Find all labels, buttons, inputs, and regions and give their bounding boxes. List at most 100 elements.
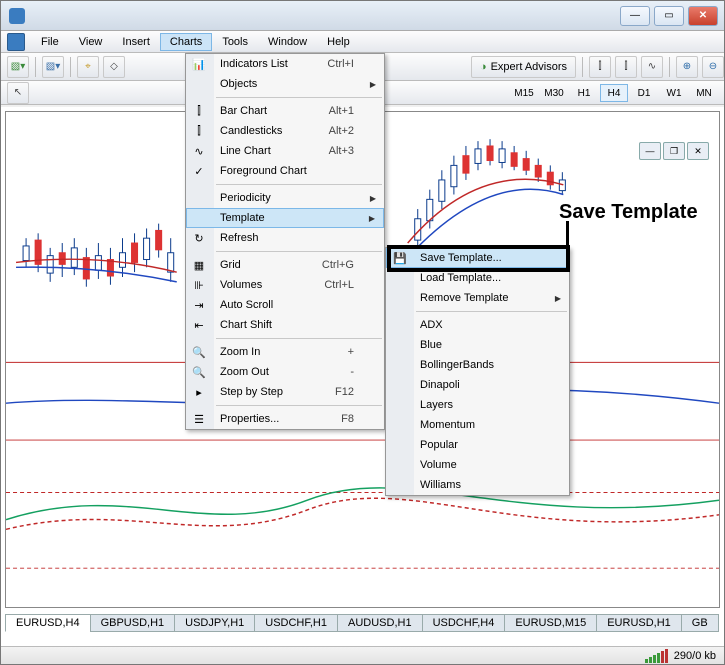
child-restore-button[interactable]: ❐	[663, 142, 685, 160]
zoom-out-button[interactable]: ⊖	[702, 56, 724, 78]
bar-chart-button[interactable]: ⫿	[589, 56, 611, 78]
menu-item-icon: ☰	[191, 411, 207, 427]
candle-chart-button[interactable]: ⫿	[615, 56, 637, 78]
ea-label: Expert Advisors	[491, 61, 567, 73]
timeframe-m30[interactable]: M30	[540, 84, 568, 102]
toolbar-separator	[669, 57, 670, 77]
charts-menu-item[interactable]: ▸Step by StepF12	[186, 382, 384, 402]
profiles-button[interactable]: ▧▾	[42, 56, 64, 78]
submenu-arrow-icon: ▶	[370, 194, 376, 203]
new-chart-button[interactable]: ▧▾	[7, 56, 29, 78]
menu-item-label: Candlesticks	[220, 125, 282, 137]
template-menu-item[interactable]: ADX	[386, 315, 569, 335]
timeframe-d1[interactable]: D1	[630, 84, 658, 102]
menu-item-shortcut: Ctrl+L	[324, 279, 354, 291]
menu-item-icon: 🔍	[191, 364, 207, 380]
maximize-button[interactable]: ▭	[654, 6, 684, 26]
charts-menu-item[interactable]: ▦GridCtrl+G	[186, 255, 384, 275]
charts-menu-item[interactable]: ↻Refresh	[186, 228, 384, 248]
charts-menu-item[interactable]: Objects▶	[186, 74, 384, 94]
template-menu-item[interactable]: Momentum	[386, 415, 569, 435]
line-chart-button[interactable]: ∿	[641, 56, 663, 78]
app-menu-icon[interactable]	[7, 33, 25, 51]
menu-item-label: Step by Step	[220, 386, 283, 398]
child-close-button[interactable]: ✕	[687, 142, 709, 160]
template-menu-item[interactable]: Blue	[386, 335, 569, 355]
chart-tab[interactable]: USDJPY,H1	[174, 614, 255, 632]
menu-item-label: Dinapoli	[420, 379, 460, 391]
menu-charts[interactable]: Charts	[160, 33, 212, 51]
menu-separator	[216, 405, 382, 406]
menu-tools[interactable]: Tools	[212, 33, 258, 51]
expert-advisors-button[interactable]: ◑ Expert Advisors	[471, 56, 576, 78]
menu-item-icon: 💾	[392, 250, 408, 266]
charts-menu-item[interactable]: 🔍Zoom Out-	[186, 362, 384, 382]
annotation-label: Save Template	[559, 201, 698, 224]
charts-menu-item[interactable]: ⇤Chart Shift	[186, 315, 384, 335]
menu-item-label: Properties...	[220, 413, 279, 425]
charts-menu-item[interactable]: ⊪VolumesCtrl+L	[186, 275, 384, 295]
template-menu-item[interactable]: BollingerBands	[386, 355, 569, 375]
app-icon	[9, 8, 25, 24]
navigator-button[interactable]: ◇	[103, 56, 125, 78]
menu-insert[interactable]: Insert	[112, 33, 160, 51]
template-menu-item[interactable]: 💾Save Template...	[386, 248, 569, 268]
market-watch-button[interactable]: ⌖	[77, 56, 99, 78]
timeframe-w1[interactable]: W1	[660, 84, 688, 102]
child-minimize-button[interactable]: —	[639, 142, 661, 160]
template-menu-item[interactable]: Williams	[386, 475, 569, 495]
menubar: File View Insert Charts Tools Window Hel…	[1, 31, 724, 53]
menu-window[interactable]: Window	[258, 33, 317, 51]
cursor-button[interactable]: ↖	[7, 82, 29, 104]
menu-item-shortcut: Ctrl+G	[322, 259, 354, 271]
charts-menu-item[interactable]: Template▶	[186, 208, 384, 228]
menu-help[interactable]: Help	[317, 33, 360, 51]
chart-tab[interactable]: GBPUSD,H1	[90, 614, 176, 632]
status-kb: 290/0 kb	[674, 650, 716, 662]
template-menu-item[interactable]: Popular	[386, 435, 569, 455]
charts-menu-item[interactable]: 🔍Zoom In+	[186, 342, 384, 362]
charts-menu-item[interactable]: ☰Properties...F8	[186, 409, 384, 429]
template-menu-item[interactable]: Volume	[386, 455, 569, 475]
toolbar-separator	[582, 57, 583, 77]
template-menu-item[interactable]: Dinapoli	[386, 375, 569, 395]
close-button[interactable]: ✕	[688, 6, 718, 26]
menu-item-label: Load Template...	[420, 272, 501, 284]
charts-menu-item[interactable]: ∿Line ChartAlt+3	[186, 141, 384, 161]
menu-file[interactable]: File	[31, 33, 69, 51]
chart-tab[interactable]: USDCHF,H4	[422, 614, 506, 632]
submenu-arrow-icon: ▶	[555, 294, 561, 303]
template-submenu: 💾Save Template... Load Template... Remove …	[385, 247, 570, 496]
timeframe-h1[interactable]: H1	[570, 84, 598, 102]
timeframe-h4[interactable]: H4	[600, 84, 628, 102]
charts-menu-item[interactable]: 📊Indicators ListCtrl+I	[186, 54, 384, 74]
zoom-in-button[interactable]: ⊕	[676, 56, 698, 78]
template-menu-item[interactable]: Layers	[386, 395, 569, 415]
charts-menu-item[interactable]: ⇥Auto Scroll	[186, 295, 384, 315]
template-menu-item[interactable]: Load Template...	[386, 268, 569, 288]
chart-tab[interactable]: EURUSD,H1	[596, 614, 682, 632]
template-menu-item[interactable]: Remove Template▶	[386, 288, 569, 308]
chart-tab[interactable]: GB	[681, 614, 719, 632]
menu-item-label: Periodicity	[220, 192, 271, 204]
charts-menu-item[interactable]: Periodicity ▶	[186, 188, 384, 208]
charts-menu-item[interactable]: ✓Foreground Chart	[186, 161, 384, 181]
minimize-button[interactable]: —	[620, 6, 650, 26]
menu-separator	[216, 251, 382, 252]
timeframe-mn[interactable]: MN	[690, 84, 718, 102]
menu-item-icon: ↻	[191, 230, 207, 246]
menu-item-icon: 📊	[191, 56, 207, 72]
chart-tab[interactable]: USDCHF,H1	[254, 614, 338, 632]
menu-item-label: Line Chart	[220, 145, 271, 157]
menu-item-label: Auto Scroll	[220, 299, 273, 311]
chart-tab[interactable]: EURUSD,H4	[5, 614, 91, 632]
chart-tab[interactable]: AUDUSD,H1	[337, 614, 423, 632]
chart-tab[interactable]: EURUSD,M15	[504, 614, 597, 632]
annotation-connector-line	[566, 221, 569, 249]
charts-menu-item[interactable]: ⫿CandlesticksAlt+2	[186, 121, 384, 141]
charts-menu-item[interactable]: ⫿Bar ChartAlt+1	[186, 101, 384, 121]
timeframe-m15[interactable]: M15	[510, 84, 538, 102]
menu-item-shortcut: Alt+1	[329, 105, 354, 117]
menu-view[interactable]: View	[69, 33, 113, 51]
menu-item-shortcut: F12	[335, 386, 354, 398]
